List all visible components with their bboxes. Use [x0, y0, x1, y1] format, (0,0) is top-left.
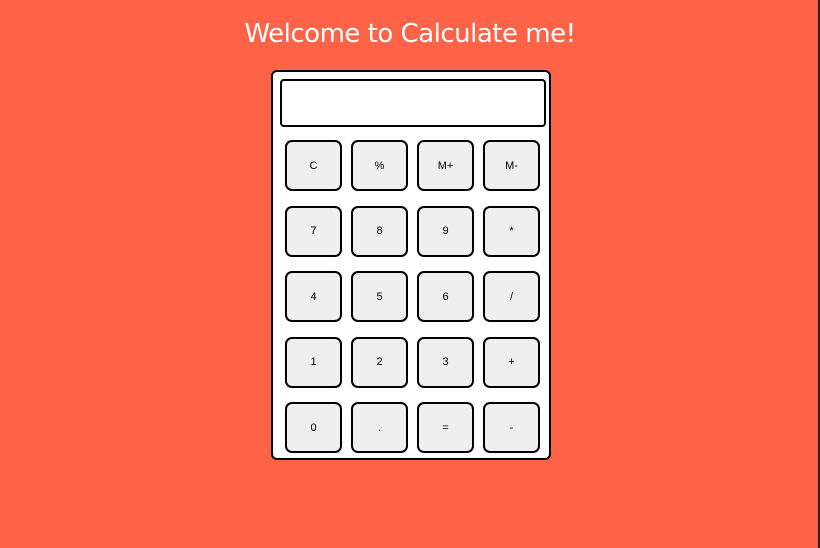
calculator-display[interactable]: [280, 79, 546, 127]
digit-6-button[interactable]: 6: [417, 271, 474, 322]
keypad: C% M+ M- 7 8 9 * 4 5 6/ 1 2 3 +0. = -: [285, 140, 540, 453]
percent-button[interactable]: %: [351, 140, 408, 191]
add-button[interactable]: +: [483, 336, 540, 388]
digit-5-button[interactable]: 5: [351, 271, 408, 322]
digit-4-button[interactable]: 4: [285, 271, 342, 322]
digit-8-button[interactable]: 8: [351, 205, 408, 257]
subtract-button[interactable]: -: [483, 402, 540, 453]
digit-3-button[interactable]: 3: [417, 336, 474, 388]
page-title: Welcome to Calculate me!: [244, 19, 576, 49]
divide-button[interactable]: /: [483, 271, 540, 322]
memory-subtract-button[interactable]: M-: [483, 140, 540, 191]
calculator: C% M+ M- 7 8 9 * 4 5 6/ 1 2 3 +0. = -: [271, 70, 551, 460]
clear-button[interactable]: C: [285, 140, 342, 191]
multiply-button[interactable]: *: [483, 205, 540, 257]
digit-0-button[interactable]: 0: [285, 402, 342, 453]
digit-2-button[interactable]: 2: [351, 336, 408, 388]
digit-9-button[interactable]: 9: [417, 205, 474, 257]
digit-7-button[interactable]: 7: [285, 205, 342, 257]
digit-1-button[interactable]: 1: [285, 336, 342, 388]
decimal-point-button[interactable]: .: [351, 402, 408, 453]
equals-button[interactable]: =: [417, 402, 474, 453]
memory-add-button[interactable]: M+: [417, 140, 474, 191]
